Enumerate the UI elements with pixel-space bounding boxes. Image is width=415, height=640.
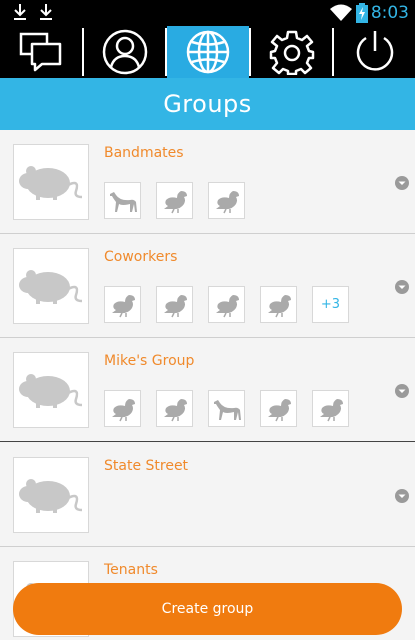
member-avatar [156,182,193,219]
member-avatar [104,286,141,323]
page-title: Groups [163,90,252,118]
bird-icon [163,190,187,213]
chevron-down-icon[interactable] [394,488,410,504]
member-avatar [104,390,141,427]
hamster-icon [19,479,83,513]
wifi-icon [330,4,352,21]
group-row[interactable]: State Street [0,443,415,547]
member-avatar [104,182,141,219]
power-icon [356,31,394,71]
member-avatar [208,182,245,219]
bird-icon [163,398,187,421]
group-avatar [13,352,89,428]
member-avatar [312,390,349,427]
member-avatar [156,286,193,323]
download-icon [14,4,26,20]
clock-time: 8:03 [370,3,409,23]
group-name: Tenants [104,562,158,578]
tab-chats[interactable] [0,26,82,78]
group-name: State Street [104,458,189,474]
member-avatar [260,286,297,323]
chevron-down-icon[interactable] [394,279,410,295]
chat-bubbles-icon [19,32,62,72]
battery-charging-icon [356,3,368,23]
group-name: Coworkers [104,249,178,265]
tab-bar [0,26,415,78]
globe-icon [186,30,230,74]
tab-profile[interactable] [84,26,166,78]
hamster-icon [19,374,83,408]
group-row[interactable]: Mike's Group [0,338,415,442]
member-avatar [156,390,193,427]
bird-icon [111,398,135,421]
group-name: Bandmates [104,145,184,161]
group-list[interactable]: Bandmates Coworkers +3 Mike's Group Stat… [0,130,415,640]
download-icon [40,4,52,20]
create-group-button[interactable]: Create group [13,583,402,635]
member-avatar [208,390,245,427]
more-members-count[interactable]: +3 [312,286,349,323]
bird-icon [163,294,187,317]
bird-icon [111,294,135,317]
status-bar: 8:03 [0,0,415,26]
chevron-down-icon[interactable] [394,383,410,399]
title-bar: Groups [0,78,415,130]
profile-icon [102,29,148,75]
tab-settings[interactable] [251,26,333,78]
member-avatar [260,390,297,427]
chevron-down-icon[interactable] [394,175,410,191]
bird-icon [215,190,239,213]
tab-groups[interactable] [167,26,249,78]
tab-power[interactable] [334,26,415,78]
greyhound-icon [213,399,241,420]
bird-icon [267,398,291,421]
bird-icon [215,294,239,317]
hamster-icon [19,270,83,304]
group-row[interactable]: Bandmates [0,130,415,234]
group-avatar [13,248,89,324]
gear-icon [269,30,315,75]
bird-icon [319,398,343,421]
group-avatar [13,144,89,220]
group-avatar [13,457,89,533]
hamster-icon [19,166,83,200]
member-avatar [208,286,245,323]
greyhound-icon [109,191,137,212]
group-row[interactable]: Coworkers +3 [0,234,415,338]
group-name: Mike's Group [104,353,195,369]
bird-icon [267,294,291,317]
